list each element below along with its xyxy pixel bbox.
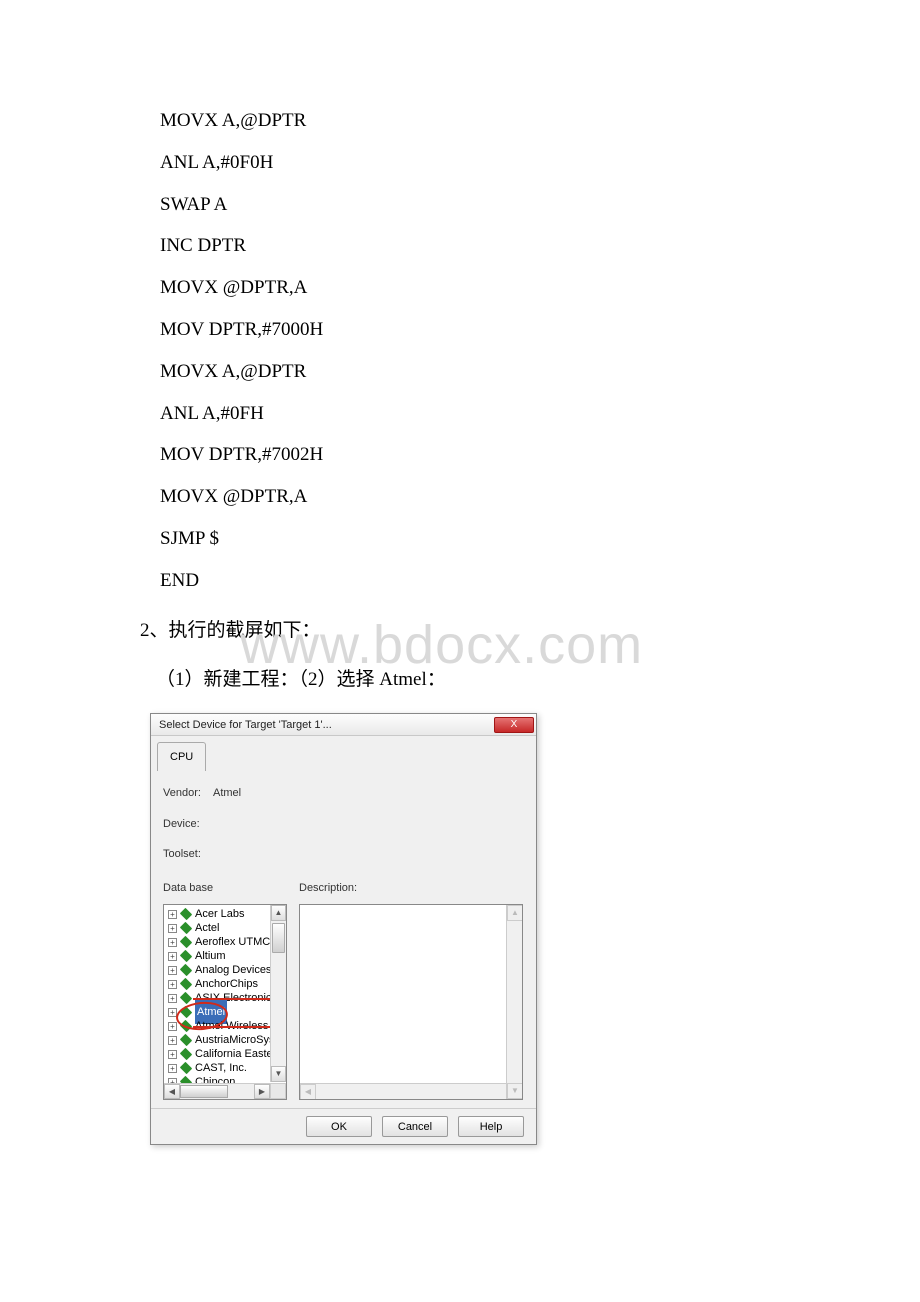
close-button[interactable]: X [494, 717, 534, 733]
desc-vertical-scrollbar[interactable]: ▲ ▼ [506, 905, 522, 1099]
database-listbox[interactable]: +Acer Labs+Actel+Aeroflex UTMC+Altium+An… [163, 904, 287, 1100]
expand-icon[interactable]: + [168, 924, 177, 933]
expand-icon[interactable]: + [168, 1064, 177, 1073]
vendor-row: Vendor: Atmel [163, 781, 524, 805]
ok-button[interactable]: OK [306, 1116, 372, 1137]
expand-icon[interactable]: + [168, 938, 177, 947]
code-line: ANL A,#0F0H [160, 142, 780, 184]
scroll-left-icon[interactable]: ◀ [300, 1084, 316, 1100]
close-icon: X [511, 714, 518, 736]
chip-icon [180, 1062, 192, 1074]
code-line: MOVX A,@DPTR [160, 100, 780, 142]
scroll-up-icon[interactable]: ▲ [507, 905, 523, 921]
chip-icon [180, 1006, 192, 1018]
expand-icon[interactable]: + [168, 1008, 177, 1017]
dialog-button-row: OK Cancel Help [151, 1108, 536, 1144]
scroll-down-icon[interactable]: ▼ [507, 1083, 523, 1099]
chip-icon [180, 1020, 192, 1032]
device-row: Device: [163, 812, 524, 836]
expand-icon[interactable]: + [168, 1036, 177, 1045]
scroll-corner [270, 1083, 286, 1099]
toolset-row: Toolset: [163, 842, 524, 866]
section-title: 2、执行的截屏如下： [140, 610, 780, 652]
expand-icon[interactable]: + [168, 994, 177, 1003]
code-line: END [160, 560, 780, 602]
chip-icon [180, 978, 192, 990]
vendor-value: Atmel [213, 781, 241, 805]
titlebar: Select Device for Target 'Target 1'... X [151, 714, 536, 736]
code-line: MOV DPTR,#7000H [160, 309, 780, 351]
chip-icon [180, 922, 192, 934]
scroll-left-icon[interactable]: ◀ [164, 1084, 180, 1099]
vendor-label: Vendor: [163, 781, 213, 805]
tree-item[interactable]: +Acer Labs [164, 907, 278, 921]
description-box: ▲ ▼ ◀ ▶ [299, 904, 523, 1100]
chip-icon [180, 1034, 192, 1046]
scroll-thumb-h[interactable] [180, 1085, 228, 1098]
database-label: Data base [163, 876, 287, 900]
expand-icon[interactable]: + [168, 1022, 177, 1031]
expand-icon[interactable]: + [168, 952, 177, 961]
code-line: MOV DPTR,#7002H [160, 434, 780, 476]
database-col: Data base +Acer Labs+Actel+Aeroflex UTMC… [163, 876, 287, 1100]
scroll-track[interactable] [180, 1084, 254, 1099]
vertical-scrollbar[interactable]: ▲ ▼ [270, 905, 286, 1082]
chip-icon [180, 936, 192, 948]
code-line: SJMP $ [160, 518, 780, 560]
code-line: INC DPTR [160, 225, 780, 267]
description-label: Description: [299, 876, 523, 900]
tab-strip: CPU [151, 736, 536, 771]
device-label: Device: [163, 812, 213, 836]
code-line: MOVX @DPTR,A [160, 267, 780, 309]
code-line: SWAP A [160, 184, 780, 226]
chip-icon [180, 908, 192, 920]
tab-cpu[interactable]: CPU [157, 742, 206, 771]
chip-icon [180, 964, 192, 976]
code-line: ANL A,#0FH [160, 393, 780, 435]
chip-icon [180, 992, 192, 1004]
expand-icon[interactable]: + [168, 966, 177, 975]
expand-icon[interactable]: + [168, 910, 177, 919]
horizontal-scrollbar[interactable]: ◀ ▶ [164, 1083, 270, 1099]
select-device-dialog: Select Device for Target 'Target 1'... X… [150, 713, 537, 1145]
lists-row: Data base +Acer Labs+Actel+Aeroflex UTMC… [163, 876, 524, 1100]
cancel-button[interactable]: Cancel [382, 1116, 448, 1137]
scroll-down-icon[interactable]: ▼ [271, 1066, 286, 1082]
description-col: Description: ▲ ▼ ◀ ▶ [299, 876, 523, 1100]
code-line: MOVX @DPTR,A [160, 476, 780, 518]
document-body: MOVX A,@DPTR ANL A,#0F0H SWAP A INC DPTR… [0, 0, 920, 1185]
help-button[interactable]: Help [458, 1116, 524, 1137]
code-line: MOVX A,@DPTR [160, 351, 780, 393]
expand-icon[interactable]: + [168, 980, 177, 989]
dialog-wrapper: Select Device for Target 'Target 1'... X… [150, 713, 537, 1145]
chip-icon [180, 950, 192, 962]
scroll-thumb[interactable] [272, 923, 285, 953]
tree-item[interactable]: +Atmel Wireless & uC [164, 1019, 278, 1033]
chip-icon [180, 1048, 192, 1060]
scroll-right-icon[interactable]: ▶ [254, 1084, 270, 1099]
scroll-up-icon[interactable]: ▲ [271, 905, 286, 921]
dialog-title: Select Device for Target 'Target 1'... [159, 713, 332, 737]
desc-horizontal-scrollbar[interactable]: ◀ ▶ [300, 1083, 506, 1099]
expand-icon[interactable]: + [168, 1050, 177, 1059]
toolset-label: Toolset: [163, 842, 213, 866]
dialog-body: Vendor: Atmel Device: Toolset: Data base… [151, 771, 536, 1108]
sub-steps: （1）新建工程：（2）选择 Atmel： [156, 659, 780, 701]
